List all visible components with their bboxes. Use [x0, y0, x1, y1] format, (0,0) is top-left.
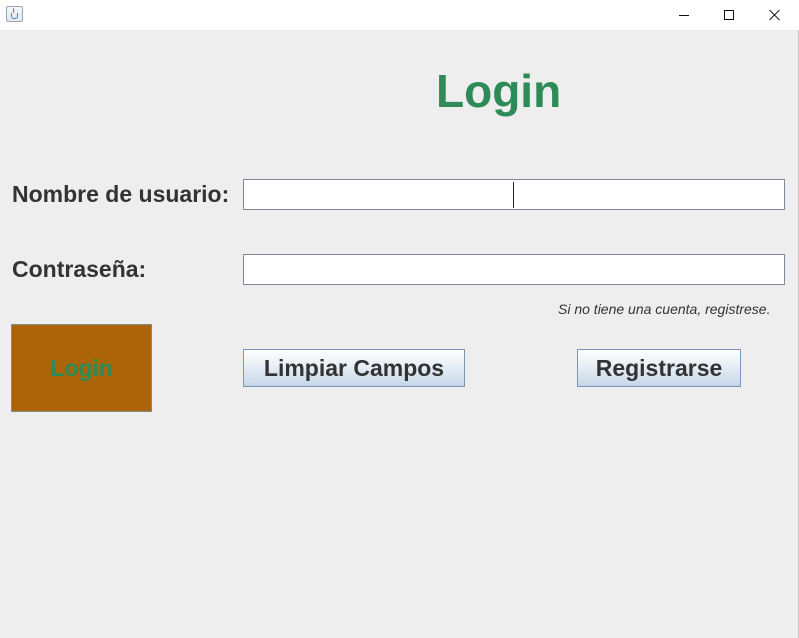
minimize-icon — [679, 14, 689, 16]
login-window: Login Nombre de usuario: Contraseña: Si … — [0, 0, 799, 638]
minimize-button[interactable] — [661, 0, 707, 30]
close-button[interactable] — [752, 0, 798, 30]
password-field[interactable] — [243, 254, 785, 285]
register-hint: Si no tiene una cuenta, registrese. — [558, 301, 771, 317]
login-button[interactable]: Login — [11, 324, 152, 412]
username-label: Nombre de usuario: — [12, 181, 230, 207]
text-caret — [513, 182, 514, 208]
close-icon — [769, 9, 781, 21]
java-cup-icon — [6, 6, 23, 22]
maximize-icon — [724, 10, 734, 20]
password-label: Contraseña: — [12, 256, 147, 282]
title-bar — [0, 0, 799, 30]
username-field[interactable] — [243, 179, 785, 210]
page-title: Login — [436, 65, 562, 117]
register-button[interactable]: Registrarse — [577, 349, 741, 387]
maximize-button[interactable] — [706, 0, 752, 30]
clear-fields-button[interactable]: Limpiar Campos — [243, 349, 465, 387]
